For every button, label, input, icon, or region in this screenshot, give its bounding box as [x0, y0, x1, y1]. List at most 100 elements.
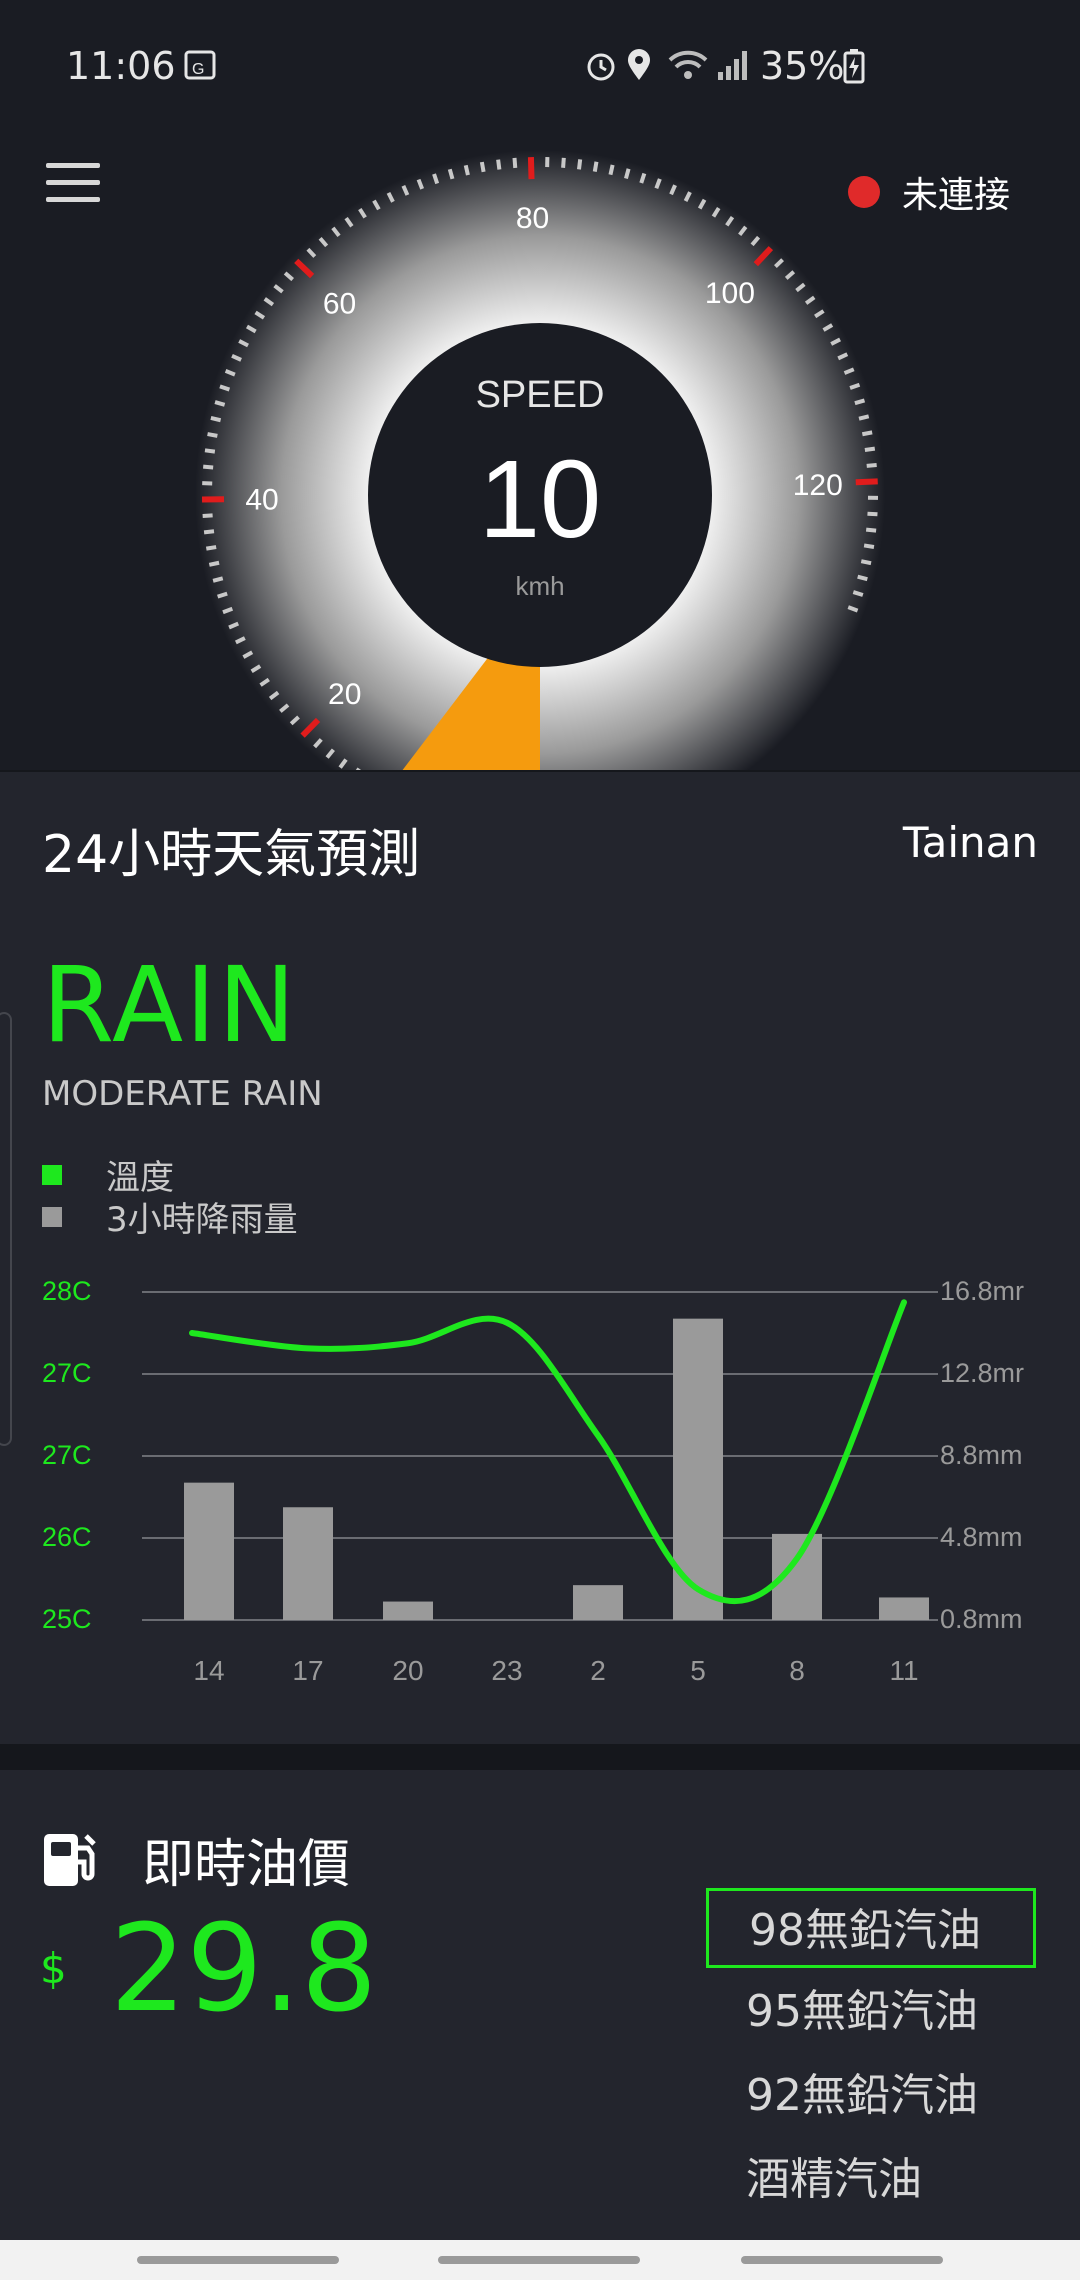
- fuel-option-95[interactable]: 95無鉛汽油: [706, 1972, 1036, 2052]
- weather-description: MODERATE RAIN: [42, 1074, 323, 1114]
- wifi-icon: [668, 50, 708, 79]
- nav-recents-button[interactable]: [137, 2256, 339, 2264]
- gauge-minor-tick: [852, 590, 864, 597]
- gauge-major-tick: [527, 157, 535, 180]
- battery-charging-icon: [843, 49, 865, 84]
- gauge-minor-tick: [212, 576, 224, 583]
- nav-back-button[interactable]: [741, 2256, 943, 2264]
- legend-swatch: [42, 1164, 62, 1185]
- y-left-tick-label: 28C: [42, 1276, 92, 1306]
- gauge-minor-tick: [863, 543, 875, 549]
- legend-item-rainfall: 3小時降雨量: [42, 1192, 298, 1241]
- fuel-title-row: 即時油價: [42, 1822, 350, 1897]
- gauge-minor-tick: [210, 416, 222, 423]
- gauge-tick-label: 20: [328, 678, 361, 711]
- weather-title: 24小時天氣預測: [42, 825, 421, 885]
- gauge-minor-tick: [512, 157, 518, 169]
- legend-label: 3小時降雨量: [106, 1200, 298, 1240]
- gauge-tick-label: 40: [245, 484, 278, 517]
- weather-chart: 28C 16.8mr 27C 12.8mr 27C 8.8mm 26C 4.8mm 25C 0.8…: [42, 1276, 1024, 1686]
- battery-percent: 35%: [760, 44, 845, 88]
- gauge-minor-tick: [624, 168, 631, 179]
- y-left-tick-label: 26C: [42, 1522, 92, 1552]
- gauge-minor-tick: [577, 159, 583, 170]
- gauge-tick-label: 80: [516, 202, 549, 235]
- gauge-minor-tick: [861, 430, 873, 437]
- y-right-tick-label: 16.8mr: [940, 1276, 1024, 1306]
- menu-button[interactable]: [46, 163, 100, 203]
- fuel-price: 29.8: [110, 1900, 378, 2039]
- speed-value: 10: [479, 438, 601, 561]
- fuel-price-card: 即時油價 $ 29.8 98無鉛汽油 95無鉛汽油 92無鉛汽油 酒精汽油: [0, 1770, 1080, 2240]
- fuel-option-alcohol[interactable]: 酒精汽油: [706, 2140, 1036, 2220]
- fuel-option-98[interactable]: 98無鉛汽油: [706, 1888, 1036, 1968]
- gallery-icon: G: [184, 50, 216, 80]
- weather-condition: RAIN: [42, 944, 298, 1066]
- gauge-tick-label: 120: [793, 469, 843, 502]
- gauge-minor-tick: [463, 164, 470, 176]
- status-time: 11:06: [66, 44, 176, 88]
- x-tick-label: 23: [491, 1655, 522, 1686]
- connection-label: 未連接: [902, 175, 1011, 216]
- location-icon: [628, 49, 650, 80]
- gauge-minor-tick: [866, 462, 877, 468]
- gauge-minor-tick: [496, 159, 502, 170]
- fuel-pump-icon: [44, 1833, 96, 1886]
- gauge-minor-tick: [203, 464, 214, 470]
- fuel-currency: $: [40, 1944, 67, 1993]
- signal-icon: [718, 51, 747, 80]
- x-tick-label: 20: [392, 1655, 423, 1686]
- gauge-minor-tick: [214, 400, 226, 407]
- weather-card: 24小時天氣預測 Tainan RAIN MODERATE RAIN 溫度 3小…: [0, 772, 1080, 1744]
- gauge-minor-tick: [857, 574, 868, 582]
- gauge-minor-tick: [447, 168, 455, 180]
- gauge-minor-tick: [207, 432, 218, 438]
- fuel-title: 即時油價: [142, 1835, 351, 1895]
- fuel-option-92[interactable]: 92無鉛汽油: [706, 2056, 1036, 2136]
- connection-dot: [848, 176, 880, 208]
- gauge-minor-tick: [205, 545, 217, 551]
- x-tick-label: 8: [789, 1655, 805, 1686]
- gauge-minor-tick: [865, 527, 877, 533]
- rain-bar: [283, 1507, 333, 1620]
- system-nav-bar: [0, 2240, 1080, 2280]
- gauge-major-tick: [855, 478, 878, 486]
- x-tick-label: 2: [590, 1655, 606, 1686]
- y-left-tick-label: 27C: [42, 1358, 92, 1388]
- y-left-tick-label: 25C: [42, 1604, 92, 1634]
- y-right-tick-label: 8.8mm: [940, 1440, 1023, 1470]
- speed-gauge-area: 20 40 60 80 100 120 SPEED 10 kmh 11:06 G 35%: [0, 0, 1080, 770]
- gauge-tick-label: 100: [705, 277, 755, 310]
- rain-bar: [383, 1601, 433, 1620]
- x-tick-label: 17: [292, 1655, 323, 1686]
- gauge-minor-tick: [867, 511, 878, 517]
- x-tick-label: 11: [889, 1655, 918, 1686]
- y-right-tick-label: 0.8mm: [940, 1604, 1023, 1634]
- speed-label: SPEED: [476, 374, 605, 416]
- gauge-minor-tick: [860, 559, 872, 566]
- gauge-minor-tick: [854, 398, 866, 406]
- edge-panel-handle[interactable]: [0, 1012, 12, 1446]
- rain-bar: [184, 1482, 234, 1620]
- section-divider: [0, 1744, 1080, 1770]
- gauge-minor-tick: [592, 161, 599, 172]
- y-right-tick-label: 4.8mm: [940, 1522, 1023, 1552]
- gauge-minor-tick: [858, 414, 870, 421]
- connection-status[interactable]: 未連接: [848, 166, 1010, 218]
- rain-bar: [879, 1597, 929, 1620]
- nav-home-button[interactable]: [438, 2256, 640, 2264]
- y-left-tick-label: 27C: [42, 1440, 92, 1470]
- gauge-minor-tick: [864, 446, 876, 452]
- x-tick-label: 5: [690, 1655, 706, 1686]
- rain-bar: [573, 1585, 623, 1620]
- gauge-minor-tick: [204, 448, 216, 454]
- y-right-tick-label: 12.8mr: [940, 1358, 1024, 1388]
- gauge-minor-tick: [561, 157, 566, 168]
- speed-unit: kmh: [515, 571, 564, 601]
- weather-city[interactable]: Tainan: [903, 818, 1038, 867]
- gauge-minor-tick: [202, 513, 213, 518]
- legend-swatch: [42, 1206, 62, 1227]
- alarm-icon: [587, 53, 615, 81]
- svg-text:G: G: [192, 61, 204, 78]
- status-bar: 11:06 G 35%: [0, 0, 1080, 140]
